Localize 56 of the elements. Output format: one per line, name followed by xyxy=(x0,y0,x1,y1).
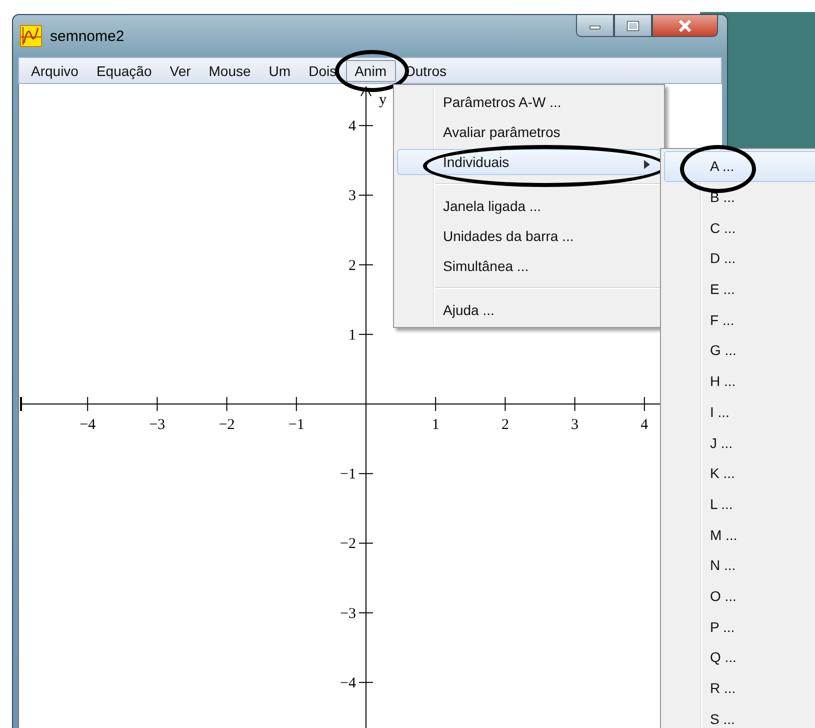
menu-item[interactable]: G ... xyxy=(664,335,815,366)
menu-item[interactable]: K ... xyxy=(664,458,815,489)
tick-label: 1 xyxy=(432,417,440,433)
tick-label: 4 xyxy=(640,417,648,433)
menu-bar-item[interactable]: Equação xyxy=(87,60,161,82)
menu-item[interactable]: M ... xyxy=(664,519,815,550)
maximize-icon xyxy=(627,20,639,30)
menu-item[interactable]: I ... xyxy=(664,396,815,428)
menu-item[interactable]: N ... xyxy=(664,550,815,581)
tick-label: −4 xyxy=(80,417,96,433)
tick-label: −2 xyxy=(218,417,235,433)
menu-item[interactable]: Q ... xyxy=(664,642,815,673)
tick-label: 3 xyxy=(571,417,579,433)
menu-item[interactable]: E ... xyxy=(664,274,815,304)
menu-item[interactable]: J ... xyxy=(664,427,815,458)
tick-label: 2 xyxy=(501,417,509,433)
tick-label: −3 xyxy=(149,417,166,433)
menu-item[interactable]: O ... xyxy=(664,580,815,612)
menu-bar-item[interactable]: Arquivo xyxy=(22,60,88,82)
menu-item[interactable]: Unidades da barra ... xyxy=(397,223,661,249)
menu-item[interactable]: Parâmetros A-W ... xyxy=(397,89,661,115)
tick-label: 3 xyxy=(348,188,356,204)
menu-bar-item[interactable]: Um xyxy=(260,60,300,82)
window-title: semnome2 xyxy=(50,28,124,44)
menu-bar-item[interactable]: Anim xyxy=(346,60,396,82)
menu-item[interactable]: Simultânea ... xyxy=(397,253,661,279)
tick-label: 1 xyxy=(348,327,356,344)
menu-item[interactable]: R ... xyxy=(664,672,815,704)
menu-item[interactable]: S ... xyxy=(664,703,815,728)
tick-label: 2 xyxy=(348,258,356,274)
menu-item[interactable]: F ... xyxy=(664,304,815,336)
tick-label: 4 xyxy=(348,118,356,135)
minimize-button[interactable] xyxy=(576,15,614,37)
menu-item[interactable]: L ... xyxy=(664,488,815,520)
tick-label: −4 xyxy=(340,675,356,692)
tick-label: −1 xyxy=(288,417,304,433)
tick-label: −2 xyxy=(340,536,356,552)
menu-item[interactable]: Individuais xyxy=(397,149,661,175)
menu-bar-item[interactable]: Ver xyxy=(160,60,200,82)
menu-item[interactable]: C ... xyxy=(664,212,815,244)
menu-item[interactable]: A ... xyxy=(664,151,815,182)
graph-icon xyxy=(20,25,42,47)
tick-label: −3 xyxy=(340,606,356,622)
menu-item[interactable]: D ... xyxy=(664,243,815,274)
menu-item[interactable]: Janela ligada ... xyxy=(397,193,661,219)
close-icon xyxy=(678,20,692,32)
menu-item[interactable]: Avaliar parâmetros xyxy=(397,119,661,145)
axis-label: y xyxy=(379,92,386,108)
menu-item[interactable]: P ... xyxy=(664,611,815,642)
tick-label: −1 xyxy=(340,466,356,483)
maximize-button[interactable] xyxy=(614,15,652,37)
menu-item[interactable]: B ... xyxy=(664,182,815,212)
menu-bar-item[interactable]: Mouse xyxy=(200,60,260,82)
menu-item[interactable]: Ajuda ... xyxy=(397,297,661,323)
menu-item[interactable]: H ... xyxy=(664,366,815,396)
close-button[interactable] xyxy=(652,15,718,37)
